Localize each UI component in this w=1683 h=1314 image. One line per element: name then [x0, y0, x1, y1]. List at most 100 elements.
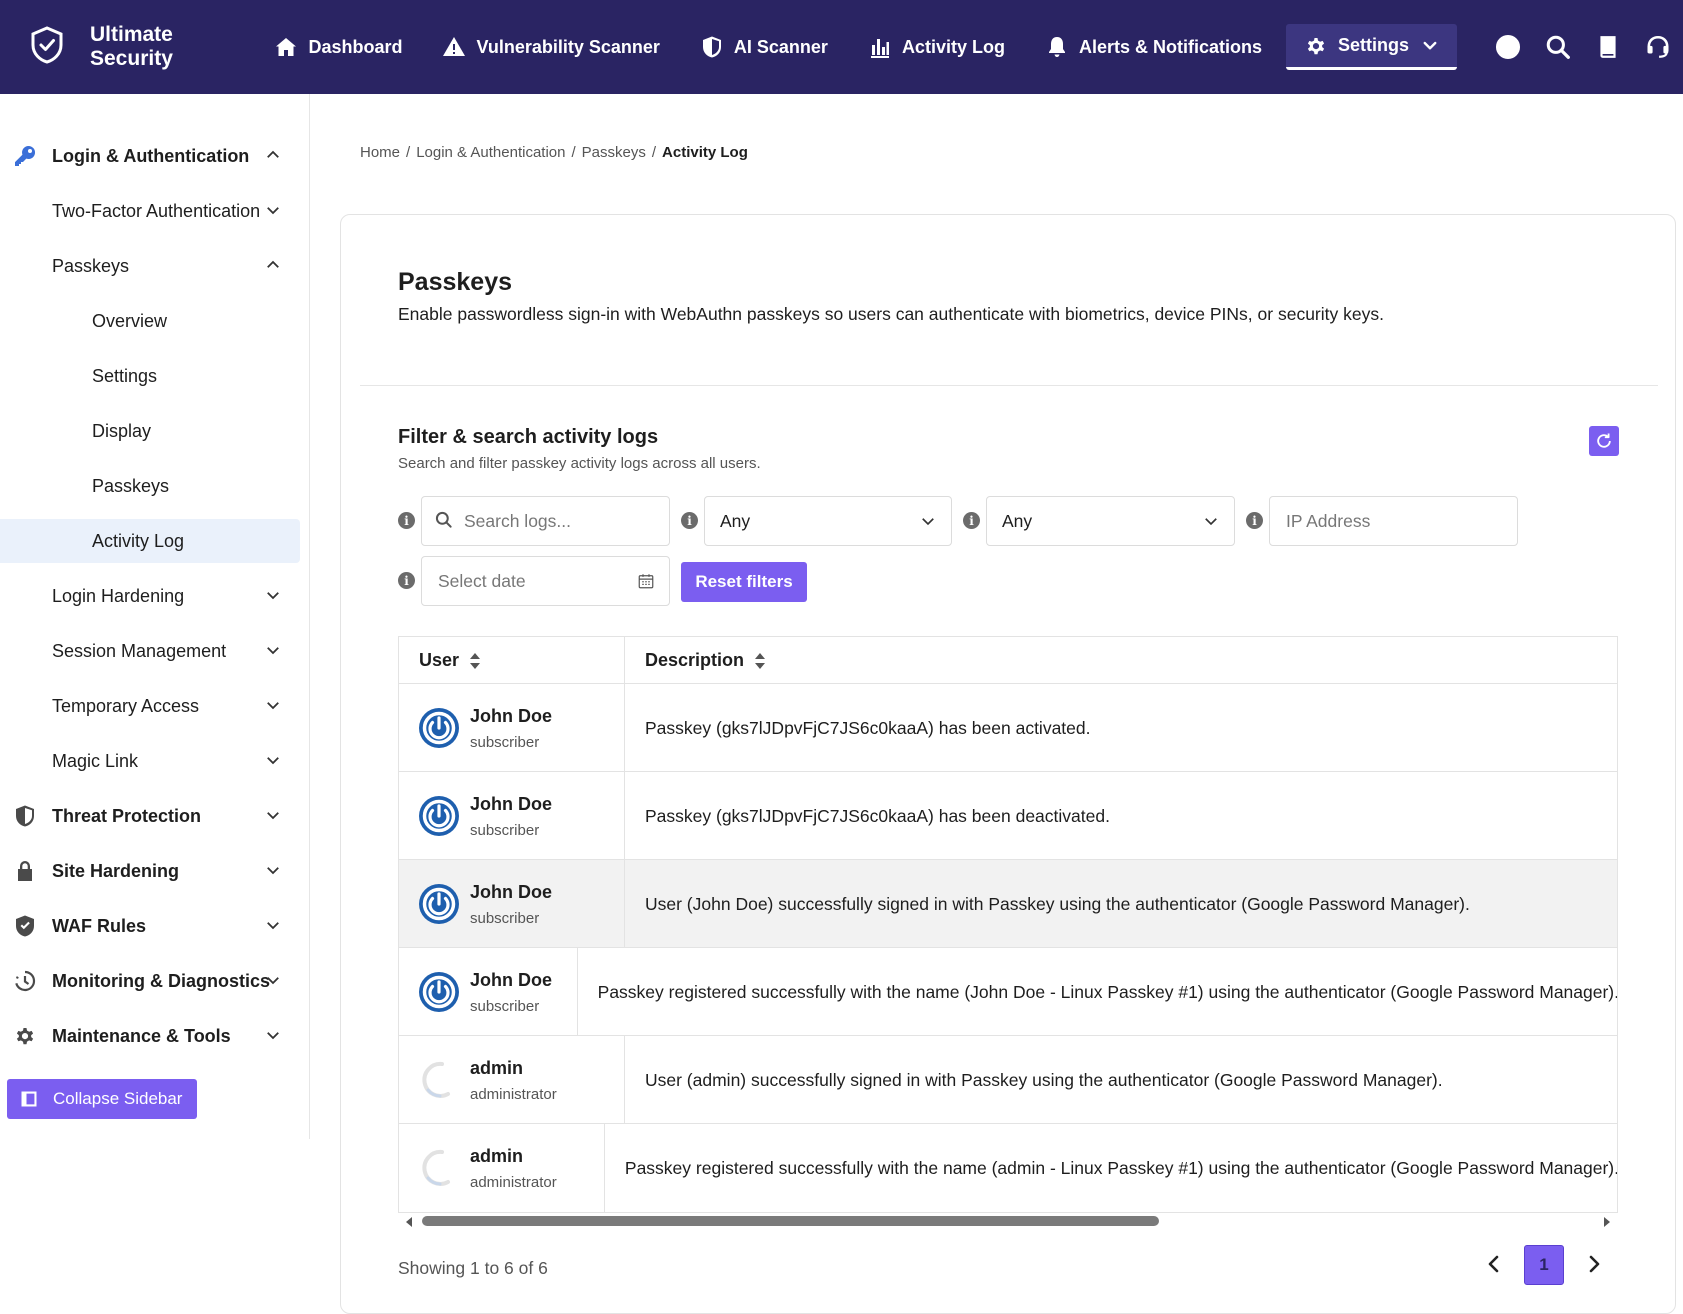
- logo-shield-icon: [30, 25, 64, 69]
- user-role: subscriber: [470, 734, 540, 751]
- gear-icon: [12, 1023, 38, 1049]
- scroll-left-icon[interactable]: [403, 1215, 415, 1227]
- info-icon[interactable]: i: [1246, 512, 1263, 529]
- sidebar-item-session-management[interactable]: Session Management: [0, 629, 300, 673]
- date-input[interactable]: [438, 570, 669, 592]
- nav-label: AI Scanner: [733, 36, 828, 57]
- page-1-button[interactable]: 1: [1524, 1245, 1564, 1285]
- nav-ai-scanner[interactable]: AI Scanner: [680, 24, 848, 70]
- activity-log-table: User Description John Doe subscriber Pas…: [398, 636, 1618, 1213]
- nav-alerts-notifications[interactable]: Alerts & Notifications: [1025, 24, 1282, 70]
- sidebar-item-magic-link[interactable]: Magic Link: [0, 739, 300, 783]
- sidebar-label: Passkeys: [92, 475, 170, 496]
- sidebar-item-display[interactable]: Display: [0, 409, 300, 453]
- user-role: subscriber: [470, 998, 540, 1015]
- sidebar-item-login-hardening[interactable]: Login Hardening: [0, 574, 300, 618]
- sidebar-item-two-factor-authentication[interactable]: Two-Factor Authentication: [0, 189, 300, 233]
- collapse-sidebar-button[interactable]: Collapse Sidebar: [7, 1079, 197, 1119]
- filter-select-1[interactable]: Any: [704, 496, 952, 546]
- select-value: Any: [1002, 510, 1033, 531]
- refresh-icon: [1597, 433, 1611, 448]
- sidebar-item-site-hardening[interactable]: Site Hardening: [0, 849, 300, 893]
- user-name: admin: [470, 1146, 524, 1166]
- user-cell: admin administrator: [399, 1124, 605, 1212]
- avatar-power-icon: [418, 883, 460, 925]
- sidebar-item-temporary-access[interactable]: Temporary Access: [0, 684, 300, 728]
- sidebar-item-settings[interactable]: Settings: [0, 354, 300, 398]
- user-cell: John Doe subscriber: [399, 948, 578, 1036]
- user-cell: John Doe subscriber: [399, 772, 625, 860]
- sidebar-item-overview[interactable]: Overview: [0, 299, 300, 343]
- top-navigation: Ultimate Security Dashboard Vulnerabilit…: [0, 0, 1683, 94]
- chevron-down-icon: [264, 751, 284, 771]
- column-header-description[interactable]: Description: [625, 637, 767, 684]
- chevron-right-icon: [1589, 1255, 1600, 1273]
- search-field[interactable]: [421, 496, 670, 546]
- sidebar: Login & Authentication Two-Factor Authen…: [0, 94, 310, 1139]
- nav-settings[interactable]: Settings: [1285, 24, 1457, 70]
- nav-vulnerability-scanner[interactable]: Vulnerability Scanner: [422, 24, 679, 70]
- table-row[interactable]: John Doe subscriber Passkey (gks7lJDpvFj…: [399, 772, 1617, 860]
- nav-label: Settings: [1337, 35, 1409, 55]
- docs-button[interactable]: [1583, 24, 1633, 70]
- sidebar-label: Site Hardening: [52, 860, 180, 881]
- support-button[interactable]: [1633, 24, 1683, 70]
- scrollbar-thumb[interactable]: [422, 1216, 1159, 1226]
- bar-chart-icon: [870, 39, 889, 58]
- search-icon: [1546, 35, 1570, 59]
- table-row[interactable]: John Doe subscriber User (John Doe) succ…: [399, 860, 1617, 948]
- chevron-down-icon: [264, 861, 284, 881]
- brand[interactable]: Ultimate Security: [30, 23, 224, 71]
- info-icon[interactable]: i: [398, 512, 415, 529]
- scroll-right-icon[interactable]: [1601, 1215, 1613, 1227]
- sidebar-item-passkeys[interactable]: Passkeys: [0, 244, 300, 288]
- ip-address-input[interactable]: [1286, 510, 1517, 532]
- table-row[interactable]: admin administrator Passkey registered s…: [399, 1124, 1618, 1212]
- ip-address-field[interactable]: [1269, 496, 1518, 546]
- info-icon[interactable]: i: [681, 512, 698, 529]
- sidebar-item-passkeys-list[interactable]: Passkeys: [0, 464, 300, 508]
- sidebar-label: Passkeys: [52, 255, 130, 276]
- sidebar-item-waf-rules[interactable]: WAF Rules: [0, 904, 300, 948]
- table-row[interactable]: John Doe subscriber Passkey (gks7lJDpvFj…: [399, 684, 1617, 772]
- sidebar-item-maintenance-tools[interactable]: Maintenance & Tools: [0, 1014, 300, 1058]
- description-cell: Passkey registered successfully with the…: [624, 1157, 1618, 1178]
- next-page-button[interactable]: [1582, 1252, 1606, 1276]
- key-icon: [12, 143, 38, 169]
- support-icon: [1647, 35, 1669, 58]
- user-cell: John Doe subscriber: [399, 684, 625, 772]
- filter-section-description: Search and filter passkey activity logs …: [398, 455, 761, 472]
- sidebar-item-threat-protection[interactable]: Threat Protection: [0, 794, 300, 838]
- nav-activity-log[interactable]: Activity Log: [848, 24, 1025, 70]
- previous-page-button[interactable]: [1482, 1252, 1506, 1276]
- table-row[interactable]: John Doe subscriber Passkey registered s…: [399, 948, 1617, 1036]
- chevron-down-icon: [264, 201, 284, 221]
- sidebar-item-activity-log[interactable]: Activity Log: [0, 519, 300, 563]
- search-input[interactable]: [464, 510, 669, 532]
- horizontal-scrollbar[interactable]: [398, 1213, 1618, 1229]
- sidebar-item-monitoring-diagnostics[interactable]: Monitoring & Diagnostics: [0, 959, 300, 1003]
- home-icon: [276, 38, 297, 56]
- refresh-button[interactable]: [1589, 426, 1619, 456]
- sidebar-item-login-authentication[interactable]: Login & Authentication: [0, 134, 300, 178]
- reset-filters-button[interactable]: Reset filters: [681, 562, 807, 602]
- user-name: John Doe: [470, 794, 553, 814]
- breadcrumb-home[interactable]: Home: [360, 144, 400, 161]
- user-role: administrator: [470, 1086, 557, 1103]
- calendar-icon[interactable]: [637, 572, 657, 592]
- info-icon[interactable]: i: [398, 572, 415, 589]
- date-field[interactable]: [421, 556, 670, 606]
- table-row[interactable]: admin administrator User (admin) success…: [399, 1036, 1617, 1124]
- breadcrumb-passkeys[interactable]: Passkeys: [582, 144, 646, 161]
- dark-mode-button[interactable]: [1483, 24, 1533, 70]
- search-button[interactable]: [1533, 24, 1583, 70]
- breadcrumb-login-authentication[interactable]: Login & Authentication: [416, 144, 565, 161]
- search-icon: [434, 510, 454, 532]
- user-cell: John Doe subscriber: [399, 860, 625, 948]
- sidebar-label: Session Management: [52, 640, 227, 661]
- filter-select-2[interactable]: Any: [986, 496, 1235, 546]
- info-icon[interactable]: i: [963, 512, 980, 529]
- column-header-user[interactable]: User: [399, 637, 625, 684]
- nav-dashboard[interactable]: Dashboard: [254, 24, 422, 70]
- bell-icon: [1048, 37, 1065, 57]
